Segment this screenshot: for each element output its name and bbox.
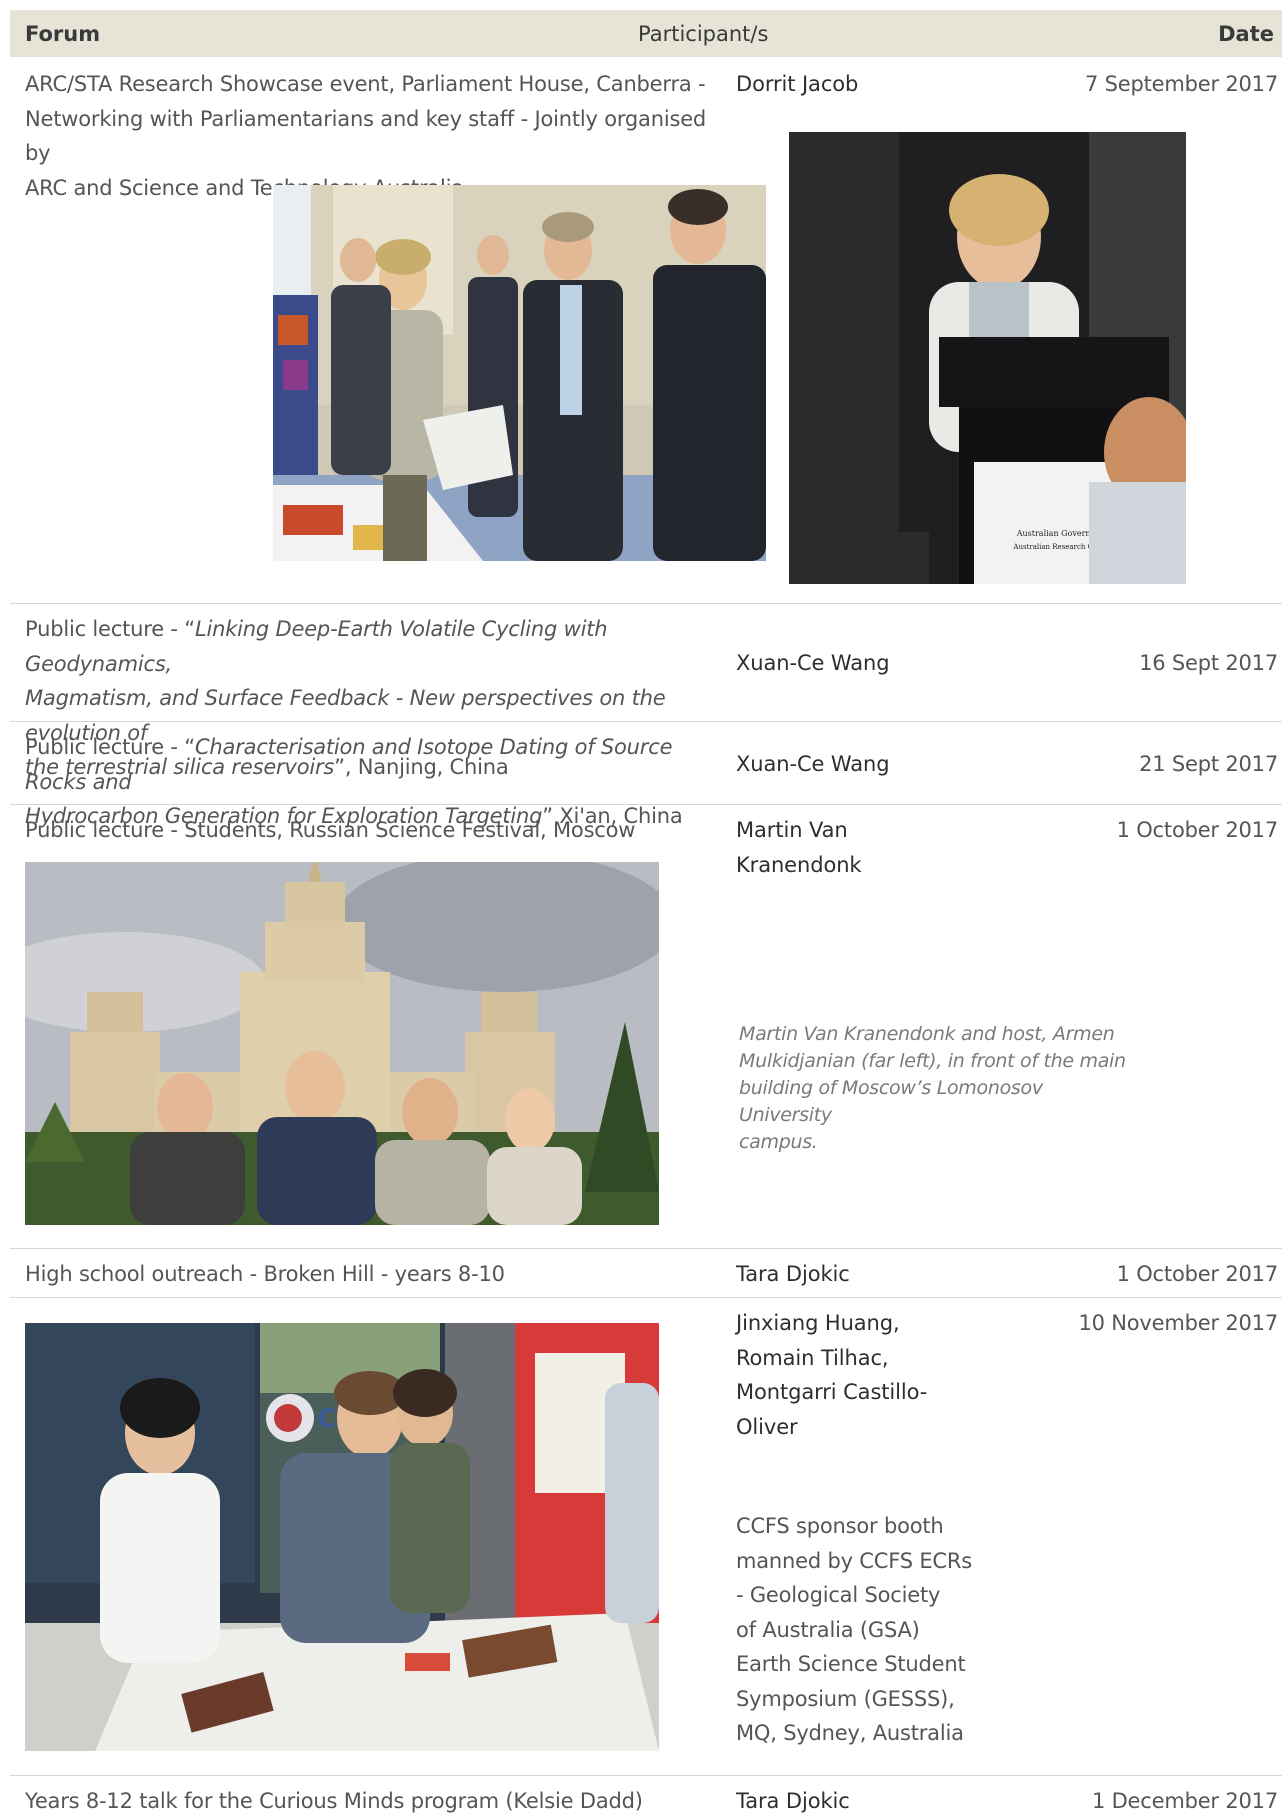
row4-date: 1 October 2017 (1116, 818, 1279, 842)
row7-participant: Tara Djokic (736, 1789, 850, 1813)
row6-description: CCFS sponsor booth manned by CCFS ECRs -… (736, 1509, 976, 1751)
row-divider (10, 1248, 1282, 1249)
row5-forum: High school outreach - Broken Hill - yea… (25, 1262, 505, 1286)
row5-date: 1 October 2017 (1116, 1262, 1279, 1286)
header-date: Date (1218, 22, 1274, 46)
description-line: Earth Science Student (736, 1652, 966, 1676)
row7-forum: Years 8-12 talk for the Curious Minds pr… (25, 1789, 643, 1813)
caption-line: campus. (739, 1131, 818, 1153)
caption-line: Martin Van Kranendonk and host, Armen (739, 1023, 1115, 1045)
showcase-event-photo (273, 185, 766, 561)
row1-participant: Dorrit Jacob (736, 72, 859, 96)
row-divider (10, 721, 1282, 722)
row1-forum-line: Networking with Parliamentarians and key… (25, 106, 707, 166)
podium-speaker-photo: Australian Government Australian Researc… (789, 132, 1186, 584)
row1-date: 7 September 2017 (1084, 72, 1278, 96)
row2-date: 16 Sept 2017 (1139, 651, 1278, 675)
gsa-booth-photo: CCF (25, 1323, 659, 1751)
row3-forum-prefix: Public lecture - “ (25, 735, 195, 759)
description-line: of Australia (GSA) (736, 1617, 920, 1642)
participant-line: Montgarri Castillo- (736, 1380, 928, 1404)
row4-participant-line: Kranendonk (736, 852, 862, 877)
caption-line: Mulkidjanian (far left), in front of the… (739, 1050, 1126, 1072)
row-divider (10, 603, 1282, 604)
moscow-photo-caption: Martin Van Kranendonk and host, Armen Mu… (739, 1021, 1139, 1156)
row-divider (10, 804, 1282, 805)
row6-date: 10 November 2017 (1078, 1311, 1278, 1335)
row4-participant-line: Martin Van (736, 818, 848, 842)
description-line: CCFS sponsor booth (736, 1514, 944, 1538)
row6-participants: Jinxiang Huang, Romain Tilhac, Montgarri… (736, 1306, 927, 1444)
row2-forum-prefix: Public lecture - “ (25, 617, 195, 641)
row1-forum-line: ARC/STA Research Showcase event, Parliam… (25, 72, 706, 96)
header-forum: Forum (25, 22, 101, 46)
caption-line: building of Moscow’s Lomonosov Universit… (739, 1077, 1043, 1126)
participant-line: Oliver (736, 1414, 798, 1439)
row2-participant: Xuan-Ce Wang (736, 651, 890, 675)
description-line: - Geological Society (736, 1583, 941, 1607)
row3-date: 21 Sept 2017 (1139, 752, 1278, 776)
participant-line: Jinxiang Huang, (736, 1311, 900, 1335)
row-divider (10, 1297, 1282, 1298)
header-participants: Participant/s (638, 22, 769, 46)
row5-participant: Tara Djokic (736, 1262, 850, 1286)
row-divider (10, 1775, 1282, 1776)
moscow-university-photo (25, 862, 659, 1225)
row7-date: 1 December 2017 (1091, 1789, 1278, 1813)
description-line: Symposium (GESSS), (736, 1686, 955, 1711)
participant-line: Romain Tilhac, (736, 1345, 889, 1370)
row3-participant: Xuan-Ce Wang (736, 752, 890, 776)
table-header: Forum Participant/s Date (10, 10, 1282, 57)
row4-forum: Public lecture - Students, Russian Scien… (25, 818, 636, 842)
row4-participant: Martin Van Kranendonk (736, 813, 862, 882)
description-line: MQ, Sydney, Australia (736, 1721, 964, 1745)
description-line: manned by CCFS ECRs (736, 1548, 973, 1573)
